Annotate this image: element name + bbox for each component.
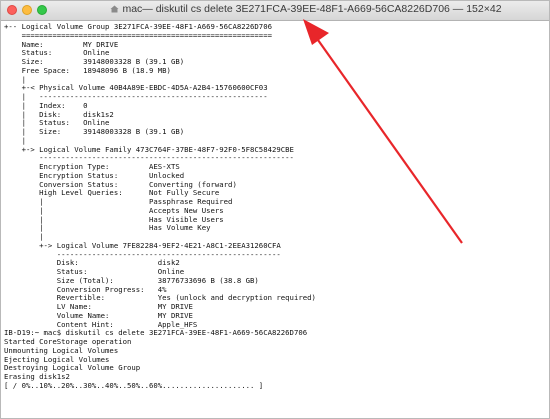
home-folder-icon [110,5,119,13]
window-title: mac— diskutil cs delete 3E271FCA-39EE-48… [122,3,502,15]
terminal-window: mac— diskutil cs delete 3E271FCA-39EE-48… [0,0,550,419]
close-button[interactable] [7,5,17,15]
terminal-line: Destroying Logical Volume Group [4,363,141,373]
window-controls [7,5,47,15]
title-bar[interactable]: mac— diskutil cs delete 3E271FCA-39EE-48… [1,1,549,21]
terminal-line: | Size: 39148003328 B (39.1 GB) [4,127,185,136]
minimize-button[interactable] [22,5,32,15]
terminal-line: | Has Volume Key [4,223,211,233]
terminal-line: Free Space: 18948096 B (18.9 MB) [4,65,171,75]
window-title-container: mac— diskutil cs delete 3E271FCA-39EE-48… [71,3,541,15]
maximize-button[interactable] [37,5,47,15]
terminal-line: [ / 0%..10%..20%..30%..40%..50%..60%....… [4,380,264,390]
terminal-output[interactable]: +-- Logical Volume Group 3E271FCA-39EE-4… [4,23,546,416]
